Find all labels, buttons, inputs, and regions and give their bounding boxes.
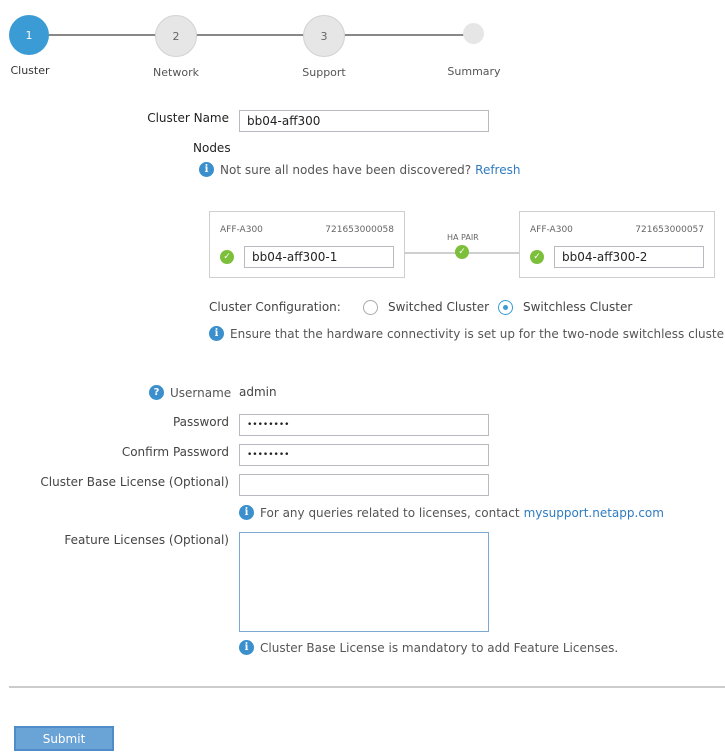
confirm-password-label: Confirm Password bbox=[121, 445, 229, 459]
cluster-config-label: Cluster Configuration: bbox=[209, 300, 341, 314]
info-icon: i bbox=[209, 326, 224, 341]
mysupport-link[interactable]: mysupport.netapp.com bbox=[524, 506, 664, 520]
username-value: admin bbox=[239, 385, 277, 399]
node-model: AFF-A300 bbox=[530, 225, 573, 235]
node-name-input-2[interactable]: bb04-aff300-2 bbox=[554, 246, 704, 268]
feature-licenses-label: Feature Licenses (Optional) bbox=[64, 533, 229, 547]
step-connector bbox=[344, 34, 464, 36]
feature-licenses-textarea[interactable] bbox=[239, 532, 489, 632]
node-serial: 721653000057 bbox=[635, 225, 704, 235]
node-card-2: AFF-A300 721653000057 ✓ bb04-aff300-2 bbox=[519, 211, 715, 278]
switched-cluster-label[interactable]: Switched Cluster bbox=[388, 300, 489, 314]
refresh-link[interactable]: Refresh bbox=[475, 163, 520, 177]
feature-license-hint: i Cluster Base License is mandatory to a… bbox=[239, 640, 618, 655]
info-icon: i bbox=[239, 640, 254, 655]
step-2-circle[interactable]: 2 bbox=[155, 15, 197, 57]
check-icon: ✓ bbox=[220, 250, 234, 264]
help-icon[interactable]: ? bbox=[149, 385, 164, 400]
step-3-circle[interactable]: 3 bbox=[303, 15, 345, 57]
switchless-hint: i Ensure that the hardware connectivity … bbox=[209, 326, 725, 341]
ha-pair-label: HA PAIR bbox=[447, 233, 479, 242]
username-label: Username bbox=[170, 385, 232, 400]
footer-divider bbox=[9, 686, 725, 688]
switched-cluster-radio[interactable] bbox=[363, 300, 378, 315]
username-row: ? Username bbox=[149, 385, 231, 400]
base-license-label: Cluster Base License (Optional) bbox=[40, 475, 229, 489]
step-connector bbox=[48, 34, 156, 36]
node-serial: 721653000058 bbox=[325, 225, 394, 235]
node-card-1: AFF-A300 721653000058 ✓ bb04-aff300-1 bbox=[209, 211, 405, 278]
nodes-heading: Nodes bbox=[193, 141, 231, 155]
node-model: AFF-A300 bbox=[220, 225, 263, 235]
step-label-summary: Summary bbox=[447, 65, 501, 78]
node-name-input-1[interactable]: bb04-aff300-1 bbox=[244, 246, 394, 268]
license-hint: i For any queries related to licenses, c… bbox=[239, 505, 664, 520]
switchless-cluster-radio[interactable] bbox=[498, 300, 513, 315]
step-label-cluster: Cluster bbox=[10, 64, 50, 77]
info-icon: i bbox=[199, 162, 214, 177]
confirm-password-input[interactable]: •••••••• bbox=[239, 444, 489, 466]
base-license-input[interactable] bbox=[239, 474, 489, 496]
step-1-circle[interactable]: 1 bbox=[9, 15, 49, 55]
step-label-network: Network bbox=[153, 66, 199, 79]
step-4-circle[interactable] bbox=[463, 23, 484, 44]
password-input[interactable]: •••••••• bbox=[239, 414, 489, 436]
password-label: Password bbox=[172, 415, 229, 429]
check-icon: ✓ bbox=[530, 250, 544, 264]
submit-button[interactable]: Submit bbox=[14, 726, 114, 751]
step-connector bbox=[196, 34, 304, 36]
info-icon: i bbox=[239, 505, 254, 520]
step-label-support: Support bbox=[302, 66, 346, 79]
cluster-name-label: Cluster Name bbox=[147, 111, 229, 125]
switchless-cluster-label[interactable]: Switchless Cluster bbox=[523, 300, 632, 314]
nodes-hint: i Not sure all nodes have been discovere… bbox=[199, 162, 520, 177]
ha-pair-check-icon: ✓ bbox=[455, 245, 469, 259]
cluster-name-input[interactable]: bb04-aff300 bbox=[239, 110, 489, 132]
